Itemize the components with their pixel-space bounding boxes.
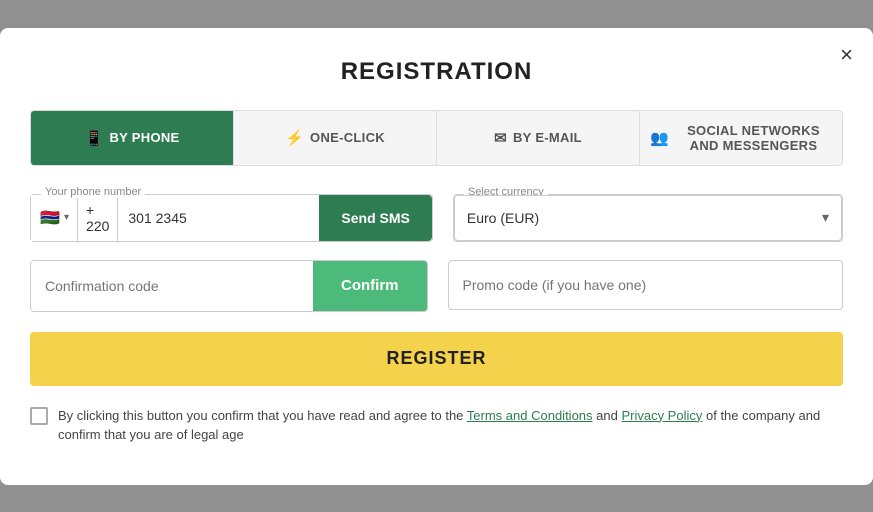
tab-one-click[interactable]: ⚡ ONE-CLICK xyxy=(234,111,437,165)
currency-select[interactable]: Euro (EUR) USD ($) GBP (£) xyxy=(467,210,822,226)
phone-input[interactable] xyxy=(118,195,319,241)
phone-fieldset: Your phone number 🇬🇲 ▾ + 220 Send SMS xyxy=(30,194,433,242)
confirmation-group: Confirm xyxy=(30,260,428,312)
email-icon: ✉ xyxy=(494,129,507,147)
close-button[interactable]: × xyxy=(840,44,853,66)
confirm-button[interactable]: Confirm xyxy=(313,261,427,311)
terms-conditions-link[interactable]: Terms and Conditions xyxy=(467,408,593,423)
currency-fieldset: Select currency Euro (EUR) USD ($) GBP (… xyxy=(453,194,843,242)
modal-overlay: × REGISTRATION 📱 BY PHONE ⚡ ONE-CLICK ✉ … xyxy=(0,0,873,512)
lightning-icon: ⚡ xyxy=(285,129,304,147)
flag-icon: 🇬🇲 xyxy=(39,207,61,229)
terms-row: By clicking this button you confirm that… xyxy=(30,406,843,445)
confirmation-row: Confirm xyxy=(30,260,843,312)
tab-by-phone[interactable]: 📱 BY PHONE xyxy=(31,111,234,165)
privacy-policy-link[interactable]: Privacy Policy xyxy=(621,408,702,423)
registration-modal: × REGISTRATION 📱 BY PHONE ⚡ ONE-CLICK ✉ … xyxy=(0,28,873,485)
phone-currency-row: Your phone number 🇬🇲 ▾ + 220 Send SMS Se… xyxy=(30,194,843,242)
country-code: + 220 xyxy=(78,195,118,241)
send-sms-button[interactable]: Send SMS xyxy=(319,195,431,241)
tab-by-email[interactable]: ✉ BY E-MAIL xyxy=(437,111,640,165)
register-button[interactable]: REGISTER xyxy=(30,332,843,386)
promo-code-input[interactable] xyxy=(448,260,844,310)
tab-social-label: SOCIAL NETWORKS AND MESSENGERS xyxy=(675,123,832,153)
tab-social[interactable]: 👥 SOCIAL NETWORKS AND MESSENGERS xyxy=(640,111,842,165)
flag-selector[interactable]: 🇬🇲 ▾ xyxy=(31,195,78,241)
terms-text-mid: and xyxy=(593,408,622,423)
tab-by-email-label: BY E-MAIL xyxy=(513,130,582,145)
currency-wrapper[interactable]: Euro (EUR) USD ($) GBP (£) ▾ xyxy=(454,195,842,241)
social-icon: 👥 xyxy=(650,129,669,147)
phone-inner: 🇬🇲 ▾ + 220 Send SMS xyxy=(31,195,432,241)
modal-title: REGISTRATION xyxy=(30,58,843,86)
phone-label: Your phone number xyxy=(41,186,145,198)
terms-text: By clicking this button you confirm that… xyxy=(58,406,843,445)
tab-bar: 📱 BY PHONE ⚡ ONE-CLICK ✉ BY E-MAIL 👥 SOC… xyxy=(30,110,843,166)
phone-group: Your phone number 🇬🇲 ▾ + 220 Send SMS xyxy=(30,194,433,242)
currency-group: Select currency Euro (EUR) USD ($) GBP (… xyxy=(453,194,843,242)
terms-checkbox[interactable] xyxy=(30,407,48,425)
tab-one-click-label: ONE-CLICK xyxy=(310,130,385,145)
chevron-down-icon: ▾ xyxy=(822,209,829,226)
flag-chevron-icon: ▾ xyxy=(64,212,69,223)
tab-by-phone-label: BY PHONE xyxy=(109,130,179,145)
terms-text-before: By clicking this button you confirm that… xyxy=(58,408,467,423)
promo-group xyxy=(448,260,844,312)
confirmation-code-input[interactable] xyxy=(31,261,313,311)
phone-icon: 📱 xyxy=(84,129,103,147)
